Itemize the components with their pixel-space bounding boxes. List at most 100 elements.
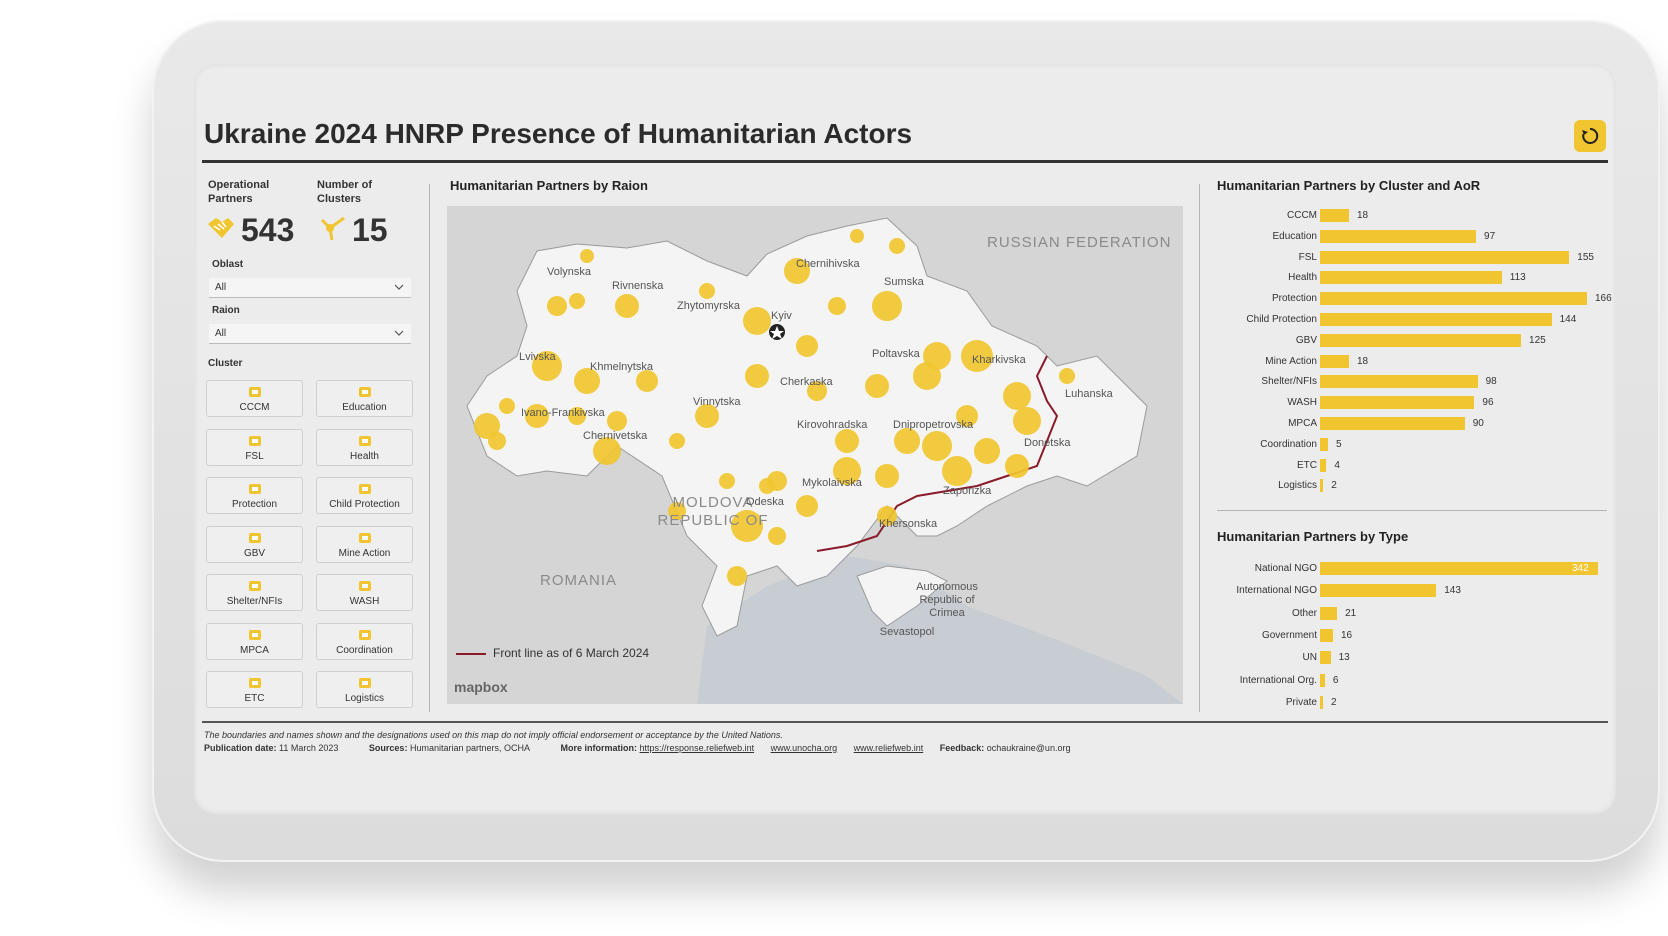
presence-bubble[interactable] (865, 374, 889, 398)
region-label: Ivano-Frankivska (521, 407, 605, 419)
cluster-button-coordination[interactable]: Coordination (316, 622, 413, 660)
region-label: Zhytomyrska (677, 300, 740, 312)
bar-category-label: WASH (1287, 397, 1317, 409)
presence-bubble[interactable] (569, 293, 585, 309)
bar-value-label: 166 (1595, 293, 1612, 305)
region-label: Donetska (1024, 437, 1071, 449)
presence-bubble[interactable] (499, 398, 515, 414)
presence-bubble[interactable] (719, 473, 735, 489)
cluster-button-wash[interactable]: WASH (316, 574, 413, 611)
bar-category-label: UN (1302, 652, 1317, 664)
presence-bubble[interactable] (796, 495, 818, 517)
presence-bubble[interactable] (699, 283, 715, 299)
bar[interactable] (1320, 479, 1324, 493)
presence-bubble[interactable] (894, 428, 920, 454)
coordination-icon (358, 629, 371, 640)
bar-value-label: 342 (1572, 563, 1589, 574)
bar-value-label: 6 (1332, 674, 1339, 686)
bar[interactable] (1320, 673, 1325, 687)
presence-bubble[interactable] (835, 429, 859, 453)
link-unocha[interactable]: www.unocha.org (771, 743, 838, 753)
bar-category-label: Mine Action (1265, 355, 1317, 367)
presence-bubble[interactable] (745, 364, 769, 388)
presence-bubble[interactable] (669, 433, 685, 449)
cluster-button-cccm[interactable]: CCCM (206, 380, 303, 417)
bar[interactable] (1320, 651, 1331, 665)
presence-bubble[interactable] (942, 456, 972, 486)
presence-bubble[interactable] (1005, 454, 1029, 478)
cluster-button-health[interactable]: Health (316, 428, 413, 466)
cluster-button-gbv[interactable]: GBV (206, 525, 303, 563)
region-label: Luhanska (1065, 388, 1113, 400)
bar[interactable] (1320, 562, 1598, 575)
bar-value-label: 97 (1484, 230, 1496, 242)
presence-bubble[interactable] (1003, 382, 1031, 410)
footer-meta: Publication date: 11 March 2023 Sources:… (204, 743, 1098, 753)
presence-bubble[interactable] (796, 335, 818, 357)
presence-bubble[interactable] (828, 297, 846, 315)
presence-bubble[interactable] (889, 238, 905, 254)
bar[interactable] (1320, 250, 1570, 264)
raion-map[interactable]: RUSSIAN FEDERATION MOLDOVA REPUBLIC OF R… (447, 206, 1183, 704)
bar[interactable] (1320, 229, 1477, 243)
bar[interactable] (1320, 271, 1502, 285)
bar[interactable] (1320, 209, 1349, 222)
bar[interactable] (1320, 606, 1338, 620)
link-response[interactable]: https://response.reliefweb.int (640, 743, 755, 753)
presence-bubble[interactable] (922, 431, 952, 461)
bar[interactable] (1320, 396, 1475, 410)
presence-bubble[interactable] (974, 438, 1000, 464)
presence-bubble[interactable] (547, 296, 567, 316)
bar[interactable] (1320, 333, 1522, 347)
presence-bubble[interactable] (759, 478, 775, 494)
cluster-button-mpca[interactable]: MPCA (206, 622, 303, 660)
map-canvas (447, 206, 1183, 704)
presence-bubble[interactable] (636, 370, 658, 392)
presence-bubble[interactable] (1059, 368, 1075, 384)
cluster-button-mine-action[interactable]: Mine Action (316, 525, 413, 563)
bar[interactable] (1320, 375, 1478, 389)
bar-category-label: GBV (1295, 334, 1317, 346)
region-label: Dnipropetrovska (893, 419, 974, 431)
presence-bubble[interactable] (607, 411, 627, 431)
bar[interactable] (1320, 458, 1327, 472)
bar[interactable] (1320, 313, 1552, 326)
cluster-button-etc[interactable]: ETC (206, 671, 303, 708)
cluster-button-protection[interactable]: Protection (206, 477, 303, 514)
presence-bubble[interactable] (872, 291, 902, 321)
bar[interactable] (1320, 354, 1349, 368)
link-reliefweb[interactable]: www.reliefweb.int (854, 743, 924, 753)
bar-category-label: MPCA (1288, 418, 1317, 429)
bar[interactable] (1320, 417, 1465, 430)
presence-bubble[interactable] (743, 307, 771, 335)
oblast-dropdown[interactable]: All (209, 278, 411, 298)
bar[interactable] (1320, 584, 1437, 598)
presence-bubble[interactable] (615, 294, 639, 318)
presence-bubble[interactable] (580, 249, 594, 263)
presence-bubble[interactable] (727, 566, 747, 586)
presence-bubble[interactable] (875, 464, 899, 488)
gbv-icon (248, 532, 261, 543)
bar[interactable] (1320, 628, 1333, 642)
bar[interactable] (1320, 437, 1329, 451)
raion-dropdown[interactable]: All (209, 324, 411, 344)
presence-bubble[interactable] (1013, 407, 1041, 435)
divider-left (429, 184, 430, 712)
presence-bubble[interactable] (488, 432, 506, 450)
cluster-button-logistics[interactable]: Logistics (316, 671, 413, 708)
feedback-label: Feedback: (939, 743, 985, 753)
reset-button[interactable] (1574, 120, 1606, 152)
presence-bubble[interactable] (913, 362, 941, 390)
cluster-button-label: Health (350, 450, 379, 462)
bar[interactable] (1320, 695, 1323, 709)
cluster-button-education[interactable]: Education (316, 380, 413, 417)
cluster-button-shelter-nfis[interactable]: Shelter/NFIs (206, 574, 303, 611)
presence-bubble[interactable] (850, 229, 864, 243)
cluster-button-child-protection[interactable]: Child Protection (316, 477, 413, 514)
antenna-icon (248, 678, 261, 688)
cluster-button-label: Shelter/NFIs (226, 596, 283, 607)
bar[interactable] (1320, 292, 1587, 306)
bar-category-label: Other (1291, 607, 1317, 619)
cluster-button-fsl[interactable]: FSL (206, 428, 303, 466)
chevron-down-icon (394, 284, 404, 290)
